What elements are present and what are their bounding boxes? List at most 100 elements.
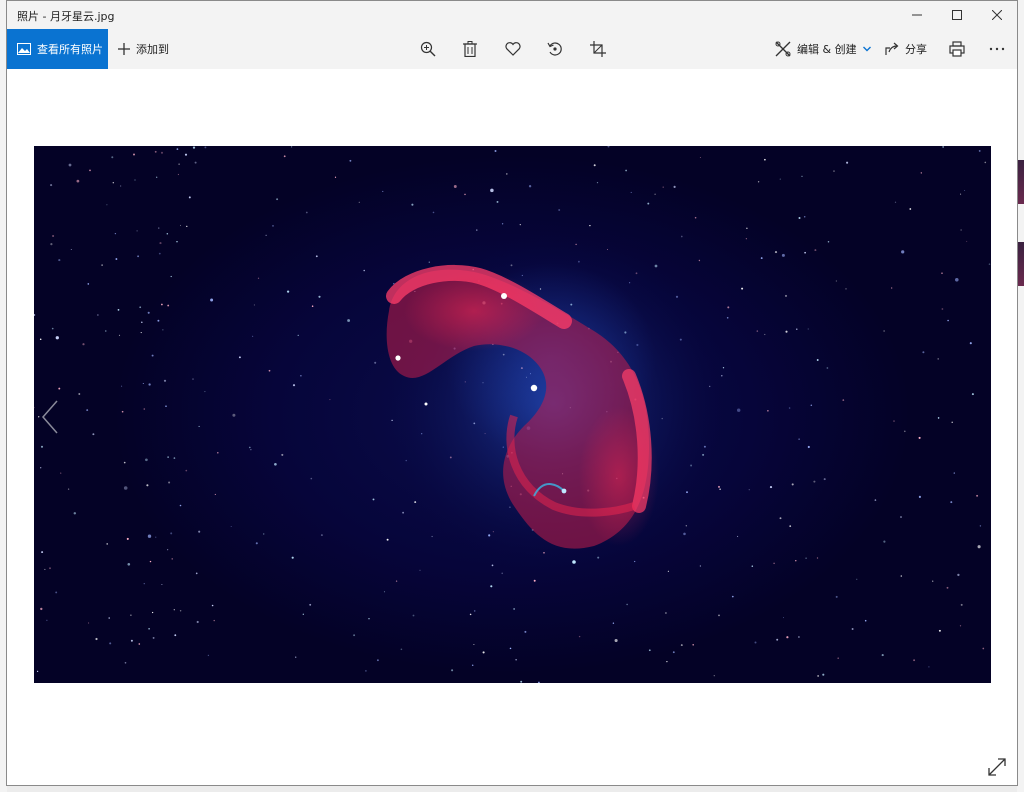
star <box>382 190 384 192</box>
star <box>959 625 962 627</box>
star <box>118 334 121 336</box>
star <box>769 486 773 489</box>
star <box>874 499 877 501</box>
star <box>578 635 581 638</box>
star <box>955 278 959 282</box>
star <box>807 328 809 330</box>
rotate-button[interactable] <box>544 39 566 59</box>
crop-button[interactable] <box>587 39 609 59</box>
star <box>158 227 160 229</box>
star <box>109 642 112 645</box>
star <box>167 549 169 551</box>
star <box>46 619 48 621</box>
star <box>779 178 781 180</box>
star <box>756 330 759 332</box>
star <box>741 287 744 290</box>
star <box>822 673 825 676</box>
minimize-button[interactable] <box>897 1 937 29</box>
star <box>951 421 953 424</box>
star <box>51 327 54 330</box>
star <box>353 634 356 637</box>
star <box>179 610 182 612</box>
star <box>265 234 267 236</box>
star <box>108 617 110 619</box>
maximize-button[interactable] <box>937 1 977 29</box>
fullscreen-button[interactable] <box>987 757 1007 777</box>
view-all-photos-button[interactable]: 查看所有照片 <box>7 29 108 69</box>
star <box>524 630 527 633</box>
star <box>666 660 668 663</box>
star <box>147 534 152 538</box>
star <box>78 393 81 395</box>
star <box>40 445 44 448</box>
star <box>111 156 114 159</box>
star <box>105 330 107 332</box>
star <box>501 223 504 225</box>
star <box>842 399 845 401</box>
star <box>494 150 497 152</box>
edit-create-label: 编辑 & 创建 <box>797 43 857 56</box>
star <box>813 480 816 483</box>
star <box>302 613 304 615</box>
star <box>941 308 944 310</box>
star <box>196 620 199 624</box>
star <box>814 249 817 252</box>
crop-icon <box>590 41 606 57</box>
star <box>68 163 72 167</box>
star <box>694 216 697 219</box>
star <box>891 287 893 289</box>
more-button[interactable] <box>986 39 1008 59</box>
star <box>922 351 925 354</box>
star <box>883 540 886 543</box>
share-button[interactable]: 分享 <box>885 29 927 69</box>
star <box>140 332 142 334</box>
star <box>55 336 59 340</box>
star <box>476 229 478 231</box>
star <box>797 636 800 638</box>
star <box>161 303 163 306</box>
star <box>365 670 367 672</box>
star <box>161 584 163 585</box>
star <box>349 159 352 162</box>
star <box>148 628 150 630</box>
star <box>490 188 494 193</box>
close-button[interactable] <box>977 1 1017 29</box>
star <box>214 493 216 495</box>
star <box>501 572 503 575</box>
star <box>136 230 138 232</box>
previous-photo-button[interactable] <box>41 399 61 435</box>
star <box>368 618 370 620</box>
star <box>34 314 36 316</box>
star <box>41 551 44 554</box>
print-button[interactable] <box>946 39 968 59</box>
share-label: 分享 <box>905 43 927 56</box>
star <box>101 264 103 266</box>
star <box>40 467 42 469</box>
star <box>785 330 788 333</box>
zoom-button[interactable] <box>417 39 439 59</box>
star <box>114 232 117 235</box>
star <box>664 612 667 614</box>
star <box>533 579 536 582</box>
star <box>297 334 299 336</box>
star <box>255 542 258 545</box>
star <box>347 319 351 322</box>
add-to-button[interactable]: 添加到 <box>118 29 169 69</box>
zoom-in-icon <box>420 41 436 57</box>
star <box>662 186 664 188</box>
star <box>823 478 826 481</box>
edit-create-button[interactable]: 编辑 & 创建 <box>775 29 877 69</box>
delete-button[interactable] <box>459 39 481 59</box>
background-desktop-right <box>1017 0 1024 792</box>
star <box>767 409 769 412</box>
star <box>683 532 686 536</box>
star <box>173 457 176 459</box>
star <box>141 321 143 323</box>
favorite-button[interactable] <box>502 39 524 59</box>
star <box>900 516 902 518</box>
star <box>957 573 960 577</box>
star <box>170 532 173 535</box>
star <box>979 525 982 527</box>
star <box>909 208 912 210</box>
star <box>188 196 191 199</box>
